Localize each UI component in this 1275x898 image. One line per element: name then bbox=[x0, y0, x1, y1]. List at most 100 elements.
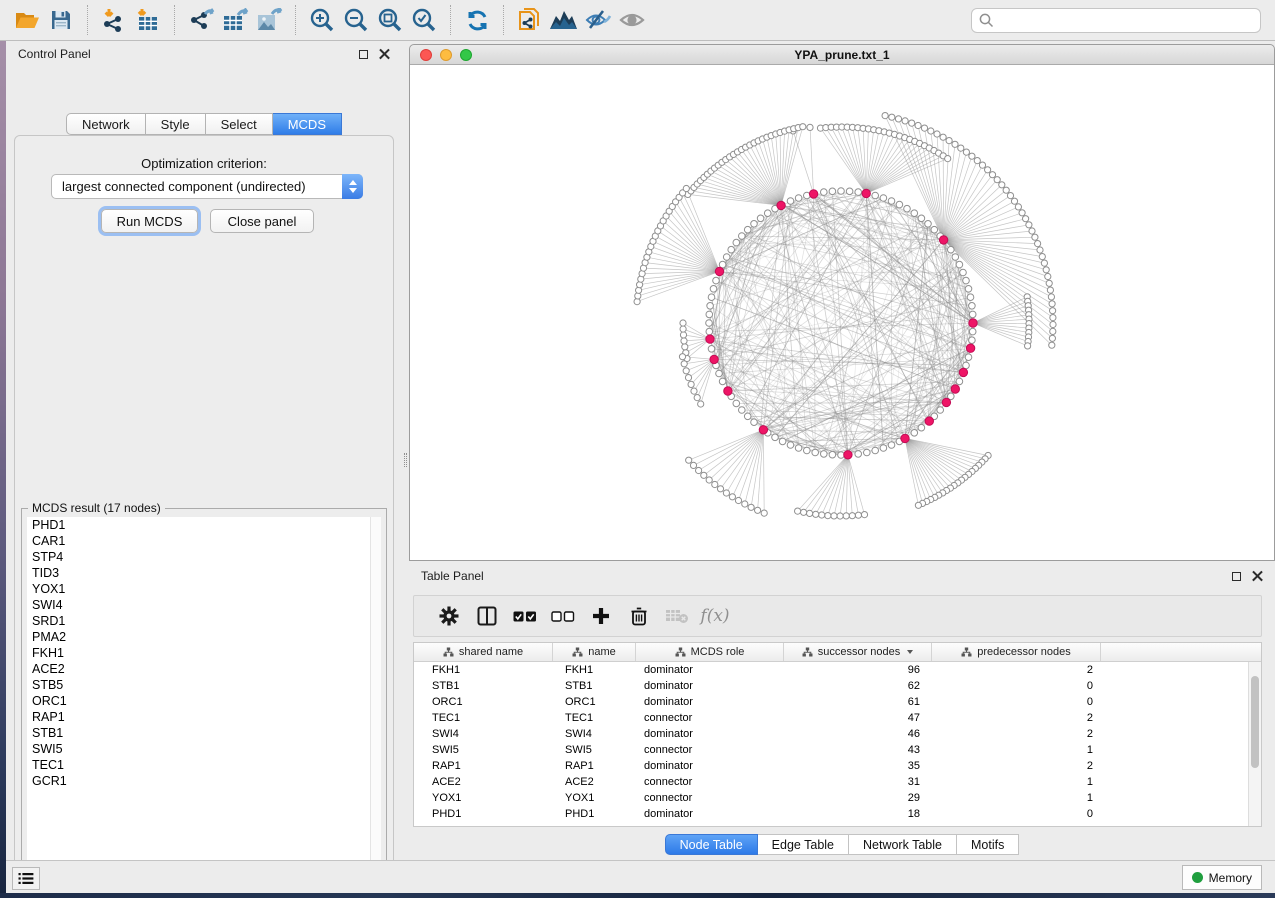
add-column-icon[interactable] bbox=[582, 601, 620, 631]
divider-grip[interactable] bbox=[404, 453, 407, 467]
network-window-titlebar[interactable]: YPA_prune.txt_1 bbox=[410, 45, 1274, 65]
table-panel-tab[interactable]: Motifs bbox=[957, 834, 1019, 855]
mcds-result-item[interactable]: ORC1 bbox=[27, 693, 381, 709]
mcds-result-item[interactable]: TID3 bbox=[27, 565, 381, 581]
optimization-criterion-label: Optimization criterion: bbox=[15, 156, 393, 171]
optimization-criterion-select[interactable]: largest connected component (undirected) bbox=[51, 174, 363, 199]
table-row[interactable]: TEC1 TEC1 connector 47 2 bbox=[414, 710, 1261, 726]
mcds-result-item[interactable]: STB5 bbox=[27, 677, 381, 693]
toolbar-separator bbox=[174, 5, 175, 35]
mcds-result-group-title: MCDS result (17 nodes) bbox=[28, 501, 165, 515]
import-table-icon[interactable] bbox=[131, 4, 165, 36]
deselect-all-icon[interactable] bbox=[544, 601, 582, 631]
table-row[interactable]: SWI4 SWI4 dominator 46 2 bbox=[414, 726, 1261, 742]
mcds-result-item[interactable]: TEC1 bbox=[27, 757, 381, 773]
table-panel: Table Panel f(x) bbox=[409, 563, 1275, 860]
zoom-fit-icon[interactable] bbox=[373, 4, 407, 36]
column-header[interactable]: successor nodes bbox=[784, 643, 932, 661]
table-row[interactable]: SWI5 SWI5 connector 43 1 bbox=[414, 742, 1261, 758]
mcds-result-item[interactable]: SRD1 bbox=[27, 613, 381, 629]
table-row[interactable]: STB1 STB1 dominator 62 0 bbox=[414, 678, 1261, 694]
attribute-icon bbox=[802, 647, 813, 657]
column-header[interactable]: predecessor nodes bbox=[932, 643, 1101, 661]
hide-panel-icon[interactable] bbox=[581, 4, 615, 36]
gear-icon[interactable] bbox=[430, 601, 468, 631]
search-network-icon[interactable] bbox=[547, 4, 581, 36]
table-header-row: shared name name MCDS role su bbox=[414, 643, 1261, 662]
attribute-icon bbox=[675, 647, 686, 657]
mcds-result-item[interactable]: SWI4 bbox=[27, 597, 381, 613]
table-row[interactable]: ORC1 ORC1 dominator 61 0 bbox=[414, 694, 1261, 710]
export-table-icon[interactable] bbox=[218, 4, 252, 36]
zoom-in-icon[interactable] bbox=[305, 4, 339, 36]
control-panel-tab[interactable]: Select bbox=[206, 113, 273, 135]
zoom-out-icon[interactable] bbox=[339, 4, 373, 36]
save-session-icon[interactable] bbox=[44, 4, 78, 36]
select-all-icon[interactable] bbox=[506, 601, 544, 631]
show-panel-icon[interactable] bbox=[615, 4, 649, 36]
zoom-selected-icon[interactable] bbox=[407, 4, 441, 36]
table-scrollbar-thumb[interactable] bbox=[1251, 676, 1259, 768]
table-panel-tab[interactable]: Network Table bbox=[849, 834, 957, 855]
share-document-icon[interactable] bbox=[513, 4, 547, 36]
float-window-icon[interactable] bbox=[359, 50, 368, 59]
delete-table-icon bbox=[658, 601, 696, 631]
task-history-button[interactable] bbox=[12, 867, 40, 890]
export-network-icon[interactable] bbox=[184, 4, 218, 36]
mcds-result-item[interactable]: CAR1 bbox=[27, 533, 381, 549]
table-row[interactable]: RAP1 RAP1 dominator 35 2 bbox=[414, 758, 1261, 774]
table-panel-tab[interactable]: Node Table bbox=[665, 834, 758, 855]
column-header[interactable]: MCDS role bbox=[636, 643, 784, 661]
refresh-layout-icon[interactable] bbox=[460, 4, 494, 36]
mcds-result-item[interactable]: SWI5 bbox=[27, 741, 381, 757]
mcds-result-item[interactable]: ACE2 bbox=[27, 661, 381, 677]
mcds-result-item[interactable]: YOX1 bbox=[27, 581, 381, 597]
split-columns-icon[interactable] bbox=[468, 601, 506, 631]
sort-descending-icon bbox=[907, 650, 913, 654]
table-row[interactable]: FKH1 FKH1 dominator 96 2 bbox=[414, 662, 1261, 678]
memory-button[interactable]: Memory bbox=[1182, 865, 1262, 890]
network-graph[interactable] bbox=[410, 65, 1274, 560]
table-row[interactable]: PHD1 PHD1 dominator 18 0 bbox=[414, 806, 1261, 822]
import-network-icon[interactable] bbox=[97, 4, 131, 36]
close-table-panel-icon[interactable] bbox=[1252, 571, 1263, 582]
attribute-icon bbox=[572, 647, 583, 657]
toolbar-separator bbox=[295, 5, 296, 35]
close-panel-button[interactable]: Close panel bbox=[210, 209, 314, 233]
table-toolbar: f(x) bbox=[413, 595, 1262, 637]
mcds-result-item[interactable]: STP4 bbox=[27, 549, 381, 565]
mcds-result-item[interactable]: STB1 bbox=[27, 725, 381, 741]
toolbar-separator bbox=[87, 5, 88, 35]
mcds-result-item[interactable]: PHD1 bbox=[27, 517, 381, 533]
mcds-result-item[interactable]: RAP1 bbox=[27, 709, 381, 725]
mcds-result-list[interactable]: PHD1 CAR1 STP4 TID3 YOX1 SWI4 SRD1 PMA2 … bbox=[27, 517, 381, 874]
status-bar: Memory bbox=[6, 860, 1275, 893]
panel-divider[interactable] bbox=[402, 41, 409, 860]
open-file-icon[interactable] bbox=[10, 4, 44, 36]
control-panel-tab[interactable]: Style bbox=[146, 113, 206, 135]
table-scrollbar[interactable] bbox=[1248, 662, 1261, 826]
control-panel-tab[interactable]: Network bbox=[66, 113, 146, 135]
table-panel-tab[interactable]: Edge Table bbox=[758, 834, 849, 855]
column-header[interactable]: shared name bbox=[414, 643, 553, 661]
search-input[interactable] bbox=[999, 13, 1253, 27]
float-table-panel-icon[interactable] bbox=[1232, 572, 1241, 581]
run-mcds-button[interactable]: Run MCDS bbox=[101, 209, 198, 233]
main-toolbar bbox=[0, 0, 1275, 41]
mcds-result-item[interactable]: PMA2 bbox=[27, 629, 381, 645]
export-image-icon[interactable] bbox=[252, 4, 286, 36]
table-row[interactable]: ACE2 ACE2 connector 31 1 bbox=[414, 774, 1261, 790]
result-list-scrollbar[interactable] bbox=[370, 517, 381, 874]
node-table: shared name name MCDS role su bbox=[413, 642, 1262, 827]
control-panel: Control Panel Network Style Select MCDS … bbox=[6, 41, 402, 860]
table-row[interactable]: YOX1 YOX1 connector 29 1 bbox=[414, 790, 1261, 806]
search-box[interactable] bbox=[971, 8, 1261, 33]
mcds-result-item[interactable]: GCR1 bbox=[27, 773, 381, 789]
network-canvas[interactable] bbox=[410, 65, 1274, 560]
close-panel-icon[interactable] bbox=[379, 49, 390, 60]
toolbar-separator bbox=[503, 5, 504, 35]
delete-column-icon[interactable] bbox=[620, 601, 658, 631]
mcds-result-item[interactable]: FKH1 bbox=[27, 645, 381, 661]
column-header[interactable]: name bbox=[553, 643, 636, 661]
control-panel-tab[interactable]: MCDS bbox=[273, 113, 342, 135]
